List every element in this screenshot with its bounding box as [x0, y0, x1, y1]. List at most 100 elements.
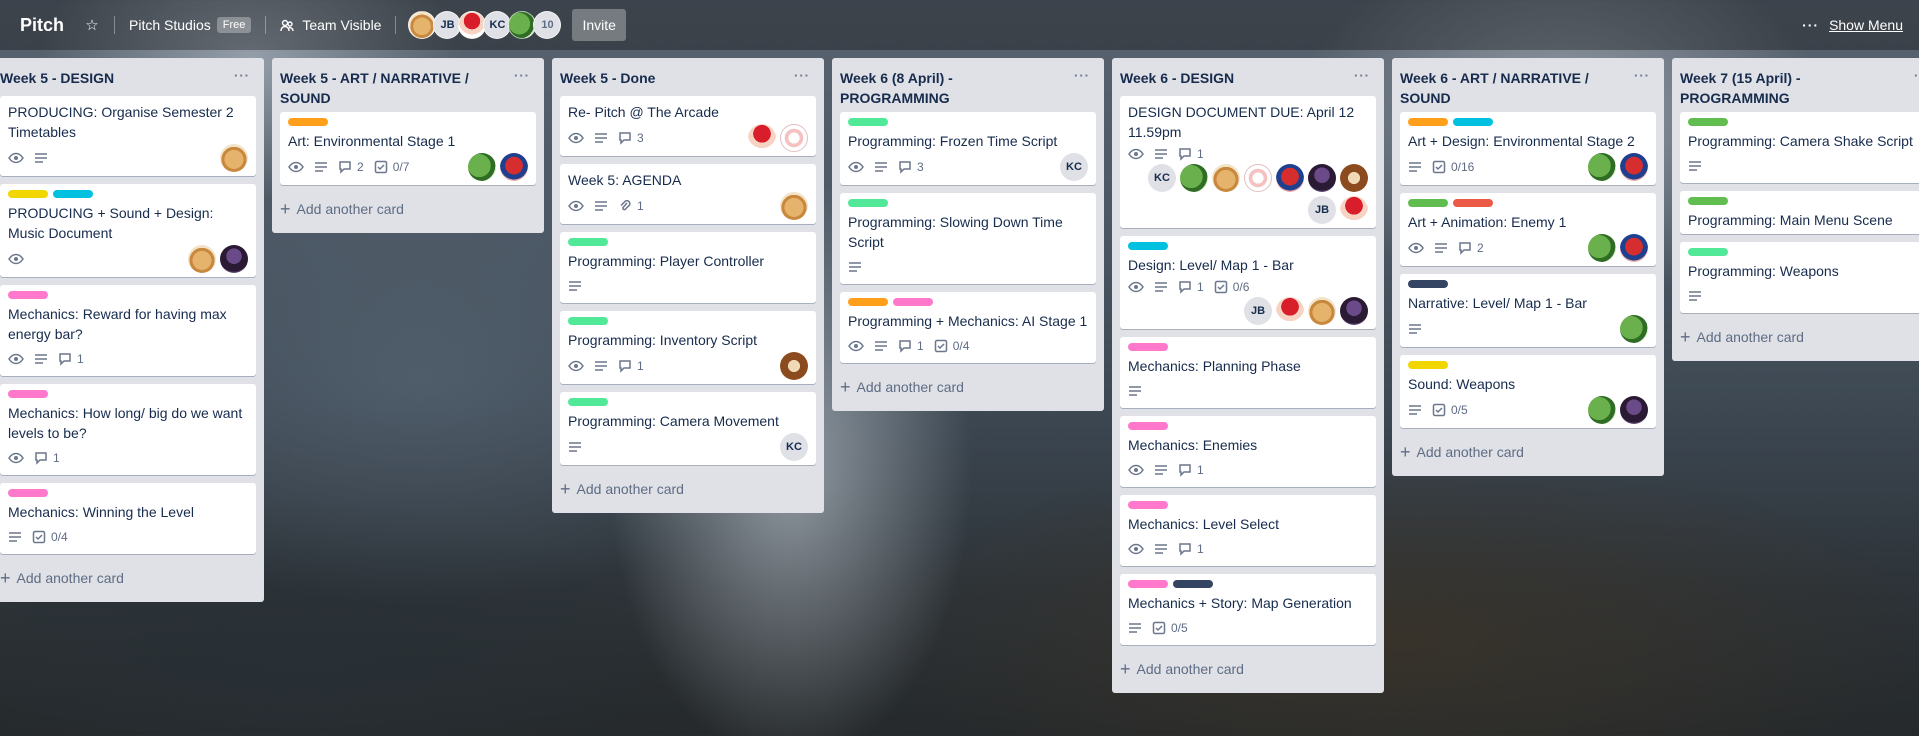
member-avatar[interactable]: JB: [433, 11, 462, 39]
member-avatar[interactable]: [1308, 164, 1336, 192]
card[interactable]: Mechanics: Planning Phase: [1120, 337, 1376, 408]
card-label[interactable]: [1128, 242, 1168, 250]
card[interactable]: Programming: Player Controller: [560, 232, 816, 303]
member-avatar[interactable]: JB: [1244, 297, 1272, 325]
add-card-button[interactable]: + Add another card: [1112, 653, 1384, 687]
add-card-button[interactable]: + Add another card: [552, 473, 824, 507]
member-avatar[interactable]: [1620, 234, 1648, 262]
card-label[interactable]: [1453, 118, 1493, 126]
member-avatar[interactable]: [1340, 164, 1368, 192]
member-avatar[interactable]: [1588, 153, 1616, 181]
show-menu-button[interactable]: ··· Show Menu: [1802, 0, 1903, 50]
list-title[interactable]: Week 6 (8 April) - PROGRAMMING: [840, 68, 1060, 108]
card-label[interactable]: [848, 298, 888, 306]
card-label[interactable]: [1408, 361, 1448, 369]
list-menu-button[interactable]: ···: [1634, 68, 1650, 84]
board-title[interactable]: Pitch: [8, 15, 76, 36]
add-card-button[interactable]: + Add another card: [1392, 436, 1664, 470]
list-title[interactable]: Week 5 - Done: [560, 68, 780, 88]
member-avatar[interactable]: [508, 11, 537, 39]
member-avatar[interactable]: [220, 144, 248, 172]
card[interactable]: Programming: Inventory Script 1: [560, 311, 816, 384]
member-avatar[interactable]: [188, 245, 216, 273]
card-label[interactable]: [8, 489, 48, 497]
card[interactable]: PRODUCING: Organise Semester 2 Timetable…: [0, 96, 256, 176]
card-label[interactable]: [1128, 343, 1168, 351]
member-avatar[interactable]: [1244, 164, 1272, 192]
card-label[interactable]: [1128, 580, 1168, 588]
card[interactable]: Mechanics: Reward for having max energy …: [0, 285, 256, 376]
card[interactable]: Art: Environmental Stage 1 2 0/7: [280, 112, 536, 185]
card-label[interactable]: [1453, 199, 1493, 207]
member-avatar[interactable]: [1276, 297, 1304, 325]
more-members-count[interactable]: 10: [533, 11, 562, 39]
card-label[interactable]: [1408, 118, 1448, 126]
card[interactable]: Mechanics: How long/ big do we want leve…: [0, 384, 256, 475]
member-avatar[interactable]: [1620, 153, 1648, 181]
card-label[interactable]: [1688, 118, 1728, 126]
list-title[interactable]: Week 5 - ART / NARRATIVE / SOUND: [280, 68, 500, 108]
member-avatar[interactable]: KC: [780, 433, 808, 461]
add-card-button[interactable]: + Add another card: [0, 562, 264, 596]
card-label[interactable]: [848, 199, 888, 207]
member-avatar[interactable]: [1620, 315, 1648, 343]
card[interactable]: Mechanics + Story: Map Generation 0/5: [1120, 574, 1376, 645]
member-avatar[interactable]: [1340, 196, 1368, 224]
member-avatar[interactable]: [220, 245, 248, 273]
member-avatar[interactable]: [500, 153, 528, 181]
card-label[interactable]: [1688, 248, 1728, 256]
card[interactable]: Re- Pitch @ The Arcade 3: [560, 96, 816, 156]
member-avatar[interactable]: [780, 192, 808, 220]
member-avatar[interactable]: [1180, 164, 1208, 192]
list-menu-button[interactable]: ···: [514, 68, 530, 84]
card-label[interactable]: [288, 118, 328, 126]
member-avatar[interactable]: KC: [1060, 153, 1088, 181]
card[interactable]: Programming: Main Menu Scene: [1680, 191, 1919, 234]
card[interactable]: Art + Design: Environmental Stage 2 0/16: [1400, 112, 1656, 185]
card-label[interactable]: [568, 398, 608, 406]
card[interactable]: Art + Animation: Enemy 1 2: [1400, 193, 1656, 266]
team-button[interactable]: Pitch Studios Free: [121, 9, 259, 41]
card[interactable]: Programming: Camera Movement KC: [560, 392, 816, 465]
card[interactable]: Mechanics: Winning the Level 0/4: [0, 483, 256, 554]
add-card-button[interactable]: + Add another card: [832, 371, 1104, 405]
star-button[interactable]: ☆: [76, 9, 108, 41]
card-label[interactable]: [53, 190, 93, 198]
card-label[interactable]: [1688, 197, 1728, 205]
member-avatar[interactable]: [1588, 234, 1616, 262]
member-avatar[interactable]: [1308, 297, 1336, 325]
member-avatar[interactable]: [1620, 396, 1648, 424]
card[interactable]: Mechanics: Level Select 1: [1120, 495, 1376, 566]
add-card-button[interactable]: + Add another card: [272, 193, 544, 227]
card-label[interactable]: [1128, 422, 1168, 430]
list-menu-button[interactable]: ···: [234, 68, 250, 84]
card-label[interactable]: [568, 317, 608, 325]
card[interactable]: Programming: Camera Shake Script: [1680, 112, 1919, 183]
member-avatar[interactable]: [1212, 164, 1240, 192]
member-avatar[interactable]: [1588, 396, 1616, 424]
list-menu-button[interactable]: ···: [1914, 68, 1919, 84]
list-title[interactable]: Week 5 - DESIGN: [0, 68, 220, 88]
card[interactable]: Sound: Weapons 0/5: [1400, 355, 1656, 428]
card-label[interactable]: [568, 238, 608, 246]
member-avatar[interactable]: JB: [1308, 196, 1336, 224]
list-title[interactable]: Week 6 - DESIGN: [1120, 68, 1340, 88]
list-title[interactable]: Week 6 - ART / NARRATIVE / SOUND: [1400, 68, 1620, 108]
card-label[interactable]: [1128, 501, 1168, 509]
card[interactable]: Week 5: AGENDA 1: [560, 164, 816, 224]
member-avatar[interactable]: [1276, 164, 1304, 192]
invite-button[interactable]: Invite: [572, 9, 626, 41]
card[interactable]: Mechanics: Enemies 1: [1120, 416, 1376, 487]
member-avatar[interactable]: [780, 352, 808, 380]
card-label[interactable]: [1408, 199, 1448, 207]
member-avatar[interactable]: [408, 11, 437, 39]
card[interactable]: Programming: Frozen Time Script 3 KC: [840, 112, 1096, 185]
card[interactable]: PRODUCING + Sound + Design: Music Docume…: [0, 184, 256, 277]
member-avatar[interactable]: [780, 124, 808, 152]
member-avatar[interactable]: KC: [483, 11, 512, 39]
list-menu-button[interactable]: ···: [794, 68, 810, 84]
card[interactable]: Programming: Weapons: [1680, 242, 1919, 313]
add-card-button[interactable]: + Add another card: [1672, 321, 1919, 355]
card-label[interactable]: [8, 190, 48, 198]
card-label[interactable]: [893, 298, 933, 306]
